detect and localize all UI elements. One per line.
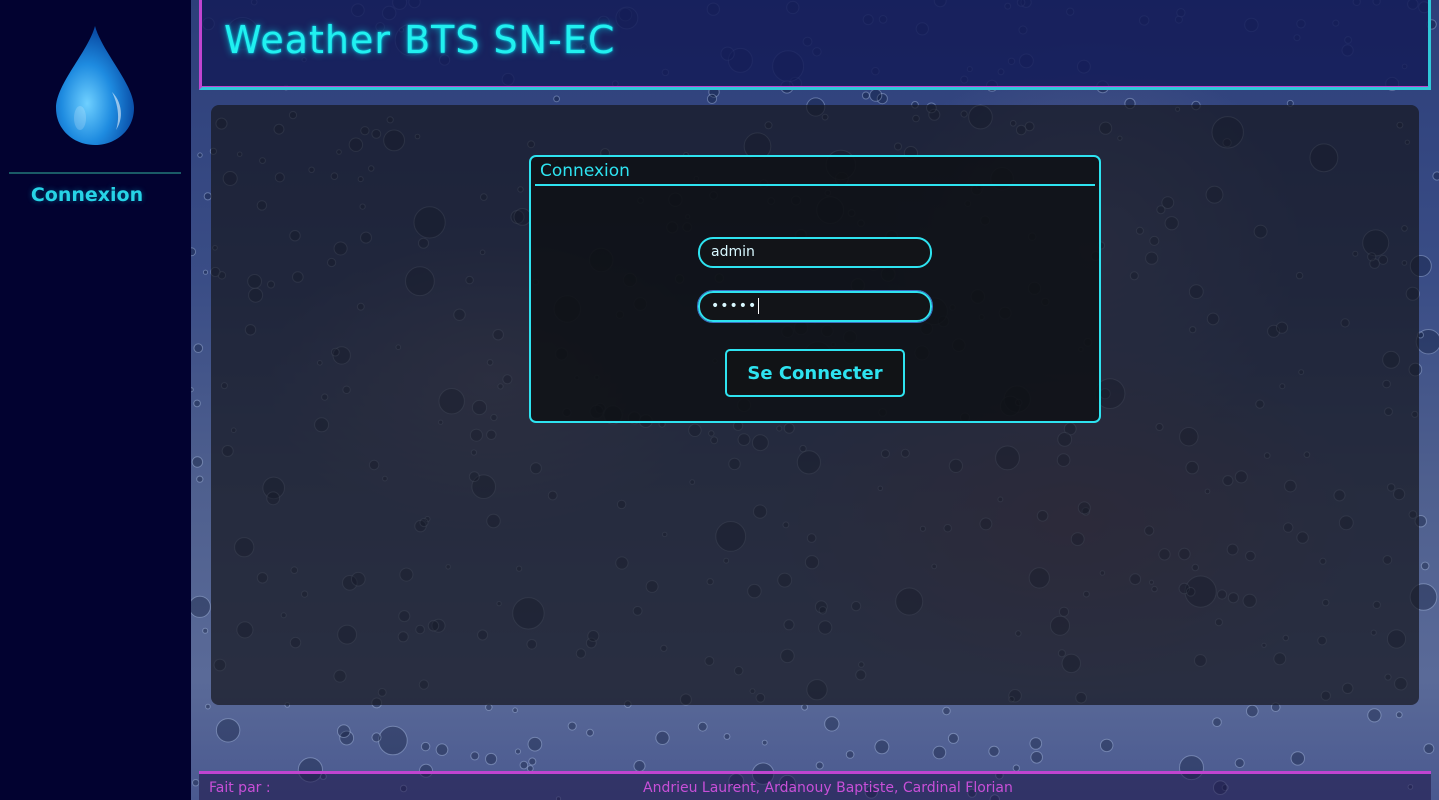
password-input[interactable]: •••••: [697, 290, 933, 323]
rain-drop: [202, 627, 209, 634]
page-header: Weather BTS SN-EC: [199, 0, 1431, 90]
rain-drop: [378, 725, 408, 756]
rain-drop: [193, 399, 201, 408]
rain-drop: [801, 703, 808, 711]
username-value: admin: [711, 244, 755, 260]
rain-drop: [420, 741, 431, 752]
username-input[interactable]: admin: [698, 237, 932, 268]
rain-drop: [1432, 171, 1439, 181]
sidebar-divider: [9, 172, 181, 174]
sidebar: Connexion: [0, 0, 191, 800]
rain-drop: [512, 707, 518, 714]
rain-drop: [932, 745, 947, 760]
rain-drop: [1030, 751, 1044, 764]
rain-drop: [1367, 708, 1382, 723]
rain-drop: [371, 732, 382, 743]
rain-drop: [655, 730, 670, 746]
rain-drop: [633, 760, 646, 772]
rain-drop: [1290, 751, 1306, 766]
rain-drop: [191, 387, 194, 393]
rain-drop: [815, 761, 824, 770]
rain-drop: [567, 721, 577, 731]
rain-drop: [528, 757, 537, 766]
rain-drop: [191, 247, 197, 257]
rain-drop: [824, 716, 840, 732]
rain-drop: [470, 751, 480, 761]
rain-drop: [942, 706, 951, 716]
main-area: Weather BTS SN-EC Connexion admin ••••• …: [191, 0, 1439, 800]
rain-drop: [202, 269, 209, 275]
rain-drop: [1395, 711, 1403, 719]
rain-drop: [706, 93, 718, 105]
text-caret: [758, 298, 760, 314]
rain-drop: [861, 91, 870, 100]
rain-drop: [586, 728, 594, 737]
rain-drop: [869, 88, 883, 102]
rain-drop: [1029, 737, 1043, 750]
rain-drop: [1212, 717, 1222, 728]
rain-drop: [723, 733, 731, 740]
login-form: Connexion admin ••••• Se Connecter: [529, 155, 1101, 423]
rain-drop: [1420, 561, 1430, 571]
rain-drop: [485, 752, 498, 766]
rain-drop: [485, 703, 493, 711]
content-panel: Connexion admin ••••• Se Connecter: [211, 105, 1419, 705]
rain-drop: [196, 475, 204, 483]
rain-drop: [1100, 738, 1114, 753]
rain-drop: [988, 745, 1000, 757]
rain-drop: [191, 456, 204, 468]
rain-drop: [874, 739, 890, 755]
rain-drop: [527, 736, 543, 752]
login-legend: Connexion: [540, 161, 630, 181]
rain-drop: [1234, 758, 1245, 769]
rain-drop: [1423, 743, 1435, 754]
password-value: •••••: [711, 298, 758, 314]
page-footer: Fait par : Andrieu Laurent, Ardanouy Bap…: [199, 771, 1431, 800]
rain-drop: [515, 748, 521, 755]
rain-drop: [761, 739, 768, 746]
rain-drop: [197, 152, 203, 158]
rain-drop: [519, 760, 529, 770]
footer-label: Fait par :: [209, 780, 271, 796]
rain-drop: [337, 724, 351, 739]
rain-drop: [205, 703, 211, 710]
sidebar-item-connexion[interactable]: Connexion: [0, 184, 174, 206]
footer-authors: Andrieu Laurent, Ardanouy Baptiste, Card…: [643, 780, 1013, 796]
rain-drop: [191, 595, 211, 618]
rain-drop: [193, 343, 204, 354]
rain-drop: [191, 779, 200, 787]
page-title: Weather BTS SN-EC: [224, 18, 616, 62]
rain-drop: [947, 732, 959, 744]
rain-drop: [697, 721, 708, 732]
rain-drop: [215, 718, 241, 743]
rain-drop: [845, 750, 855, 759]
rain-drop: [553, 95, 561, 103]
login-button[interactable]: Se Connecter: [725, 349, 905, 397]
legend-divider: [535, 184, 1095, 186]
rain-drop: [1246, 704, 1259, 718]
rain-drop: [435, 743, 449, 757]
water-drop-icon: [56, 26, 134, 145]
